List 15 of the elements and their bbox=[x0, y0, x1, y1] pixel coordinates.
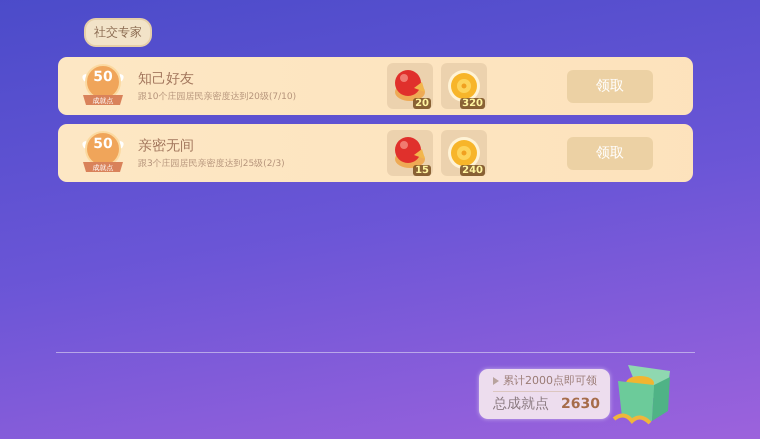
achievement-description: 跟3个庄园居民亲密度达到25级(2/3) bbox=[138, 158, 286, 170]
total-points-value: 2630 bbox=[561, 396, 600, 412]
reward-count: 320 bbox=[460, 98, 485, 109]
achievement-title: 亲密无间 bbox=[138, 136, 195, 154]
reward-hint: 累计2000点即可领 bbox=[503, 373, 598, 388]
play-icon bbox=[493, 376, 500, 384]
reward-count: 15 bbox=[413, 165, 431, 176]
reward-count: 240 bbox=[460, 165, 485, 176]
reward-count: 20 bbox=[413, 98, 431, 109]
points-value: 50 bbox=[92, 136, 114, 152]
total-points-label: 总成就点 bbox=[493, 395, 550, 413]
section-title: 社交专家 bbox=[84, 18, 152, 47]
achievement-description: 跟10个庄园居民亲密度达到20级(7/10) bbox=[138, 90, 298, 102]
points-value: 50 bbox=[92, 69, 114, 85]
achievement-title: 知己好友 bbox=[138, 70, 195, 88]
